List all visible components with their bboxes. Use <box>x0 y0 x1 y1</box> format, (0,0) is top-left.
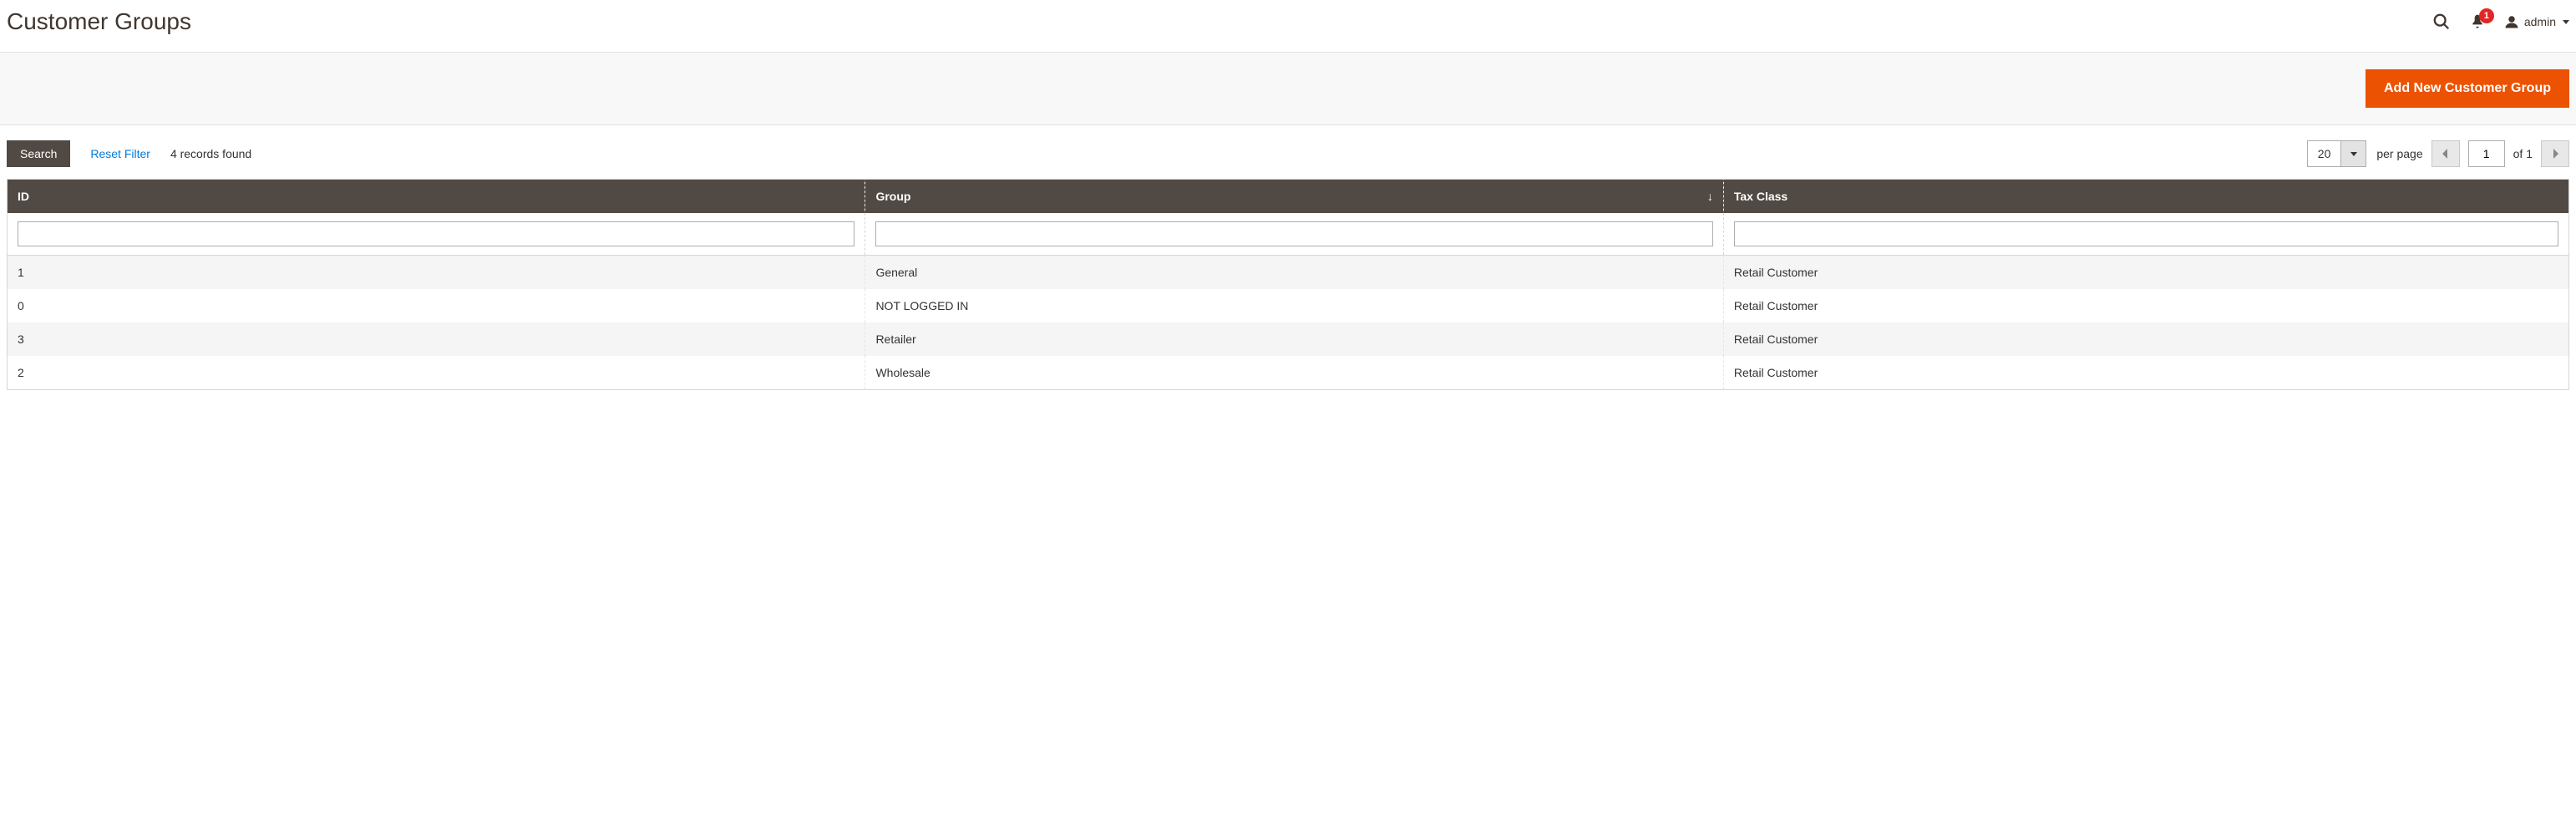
prev-page-button[interactable] <box>2431 140 2460 167</box>
add-new-customer-group-button[interactable]: Add New Customer Group <box>2366 69 2569 108</box>
customer-groups-table: ID Group ↓ Tax Class 1 General Retail Cu… <box>7 179 2569 390</box>
chevron-right-icon <box>2551 149 2559 159</box>
action-bar: Add New Customer Group <box>0 52 2576 125</box>
column-header-tax-class[interactable]: Tax Class <box>1723 180 2568 214</box>
admin-user-menu[interactable]: admin <box>2504 14 2569 29</box>
records-found-label: 4 records found <box>170 147 251 160</box>
per-page-label: per page <box>2376 147 2422 160</box>
column-header-id[interactable]: ID <box>8 180 865 214</box>
header-actions: 1 admin <box>2432 13 2569 31</box>
search-icon[interactable] <box>2432 13 2451 31</box>
cell-id: 3 <box>8 322 865 356</box>
notifications-icon[interactable]: 1 <box>2469 13 2486 30</box>
column-header-group-label: Group <box>875 190 910 203</box>
cell-group: NOT LOGGED IN <box>865 289 1723 322</box>
cell-group: General <box>865 256 1723 290</box>
chevron-left-icon <box>2442 149 2450 159</box>
filter-id-input[interactable] <box>18 221 854 246</box>
user-icon <box>2504 14 2519 29</box>
filter-group-input[interactable] <box>875 221 1712 246</box>
cell-tax-class: Retail Customer <box>1723 322 2568 356</box>
page-title: Customer Groups <box>7 8 191 35</box>
column-header-group[interactable]: Group ↓ <box>865 180 1723 214</box>
cell-tax-class: Retail Customer <box>1723 256 2568 290</box>
of-pages-label: of 1 <box>2513 147 2533 160</box>
cell-group: Wholesale <box>865 356 1723 390</box>
sort-indicator-icon: ↓ <box>1707 190 1713 203</box>
cell-id: 0 <box>8 289 865 322</box>
table-row[interactable]: 3 Retailer Retail Customer <box>8 322 2569 356</box>
cell-id: 2 <box>8 356 865 390</box>
filter-row <box>8 213 2569 256</box>
current-page-input[interactable] <box>2468 140 2505 167</box>
chevron-down-icon <box>2350 152 2357 156</box>
notification-badge: 1 <box>2479 8 2494 23</box>
cell-id: 1 <box>8 256 865 290</box>
table-row[interactable]: 2 Wholesale Retail Customer <box>8 356 2569 390</box>
admin-user-label: admin <box>2524 15 2556 28</box>
chevron-down-icon <box>2563 20 2569 24</box>
next-page-button[interactable] <box>2541 140 2569 167</box>
table-row[interactable]: 1 General Retail Customer <box>8 256 2569 290</box>
reset-filter-link[interactable]: Reset Filter <box>90 147 150 160</box>
table-row[interactable]: 0 NOT LOGGED IN Retail Customer <box>8 289 2569 322</box>
per-page-dropdown-toggle[interactable] <box>2340 141 2366 166</box>
search-button[interactable]: Search <box>7 140 70 167</box>
cell-tax-class: Retail Customer <box>1723 289 2568 322</box>
cell-group: Retailer <box>865 322 1723 356</box>
filter-tax-class-input[interactable] <box>1734 221 2558 246</box>
per-page-select[interactable]: 20 <box>2307 140 2367 167</box>
cell-tax-class: Retail Customer <box>1723 356 2568 390</box>
per-page-value: 20 <box>2308 141 2341 166</box>
